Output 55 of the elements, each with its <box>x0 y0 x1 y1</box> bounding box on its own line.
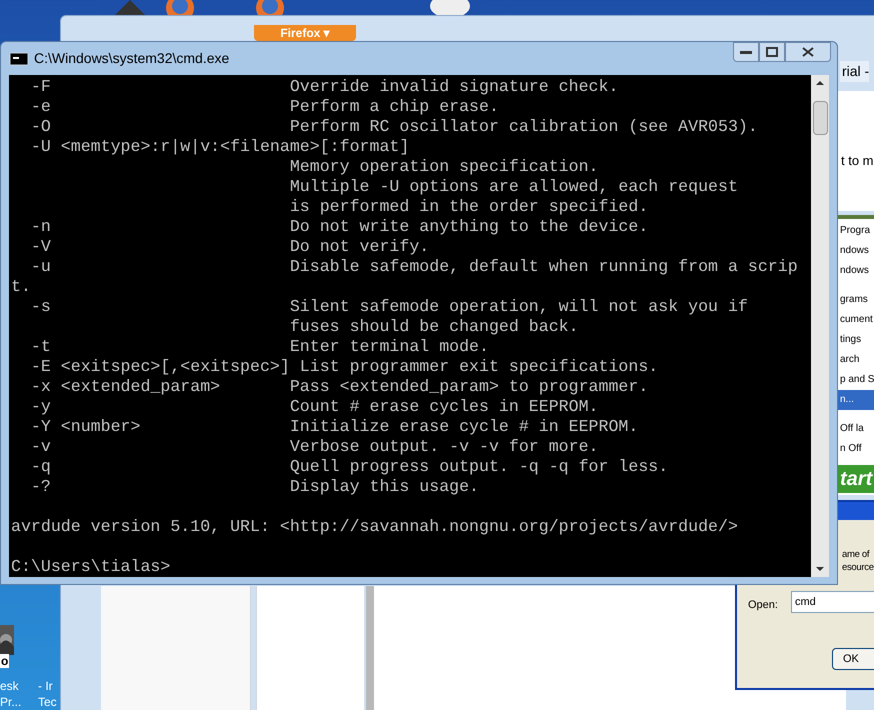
console-line: -? Display this usage. <box>30 477 480 497</box>
menu-item[interactable]: n... <box>838 390 874 410</box>
menu-item[interactable]: p and S <box>838 370 874 390</box>
open-label: Open: <box>748 598 778 613</box>
menu-item[interactable]: cument <box>838 310 874 330</box>
window-title: C:\Windows\system32\cmd.exe <box>34 49 230 68</box>
scroll-thumb[interactable] <box>812 101 828 135</box>
maximize-button[interactable] <box>759 42 785 62</box>
console-line: -t Enter terminal mode. <box>30 337 490 357</box>
console-prompt: C:\Users\tialas> <box>10 557 172 577</box>
open-field[interactable]: cmd <box>791 591 874 613</box>
maximize-icon <box>766 47 778 57</box>
scrollbar[interactable] <box>811 75 829 577</box>
console-line: -x <extended_param> Pass <extended_param> to programmer. <box>30 377 650 397</box>
minimize-button[interactable] <box>733 42 759 62</box>
console-line: is performed in the order specified. <box>288 197 650 217</box>
dialog-text: esource <box>842 561 874 574</box>
page-text: t to m <box>841 152 874 170</box>
menu-item[interactable]: ndows <box>838 241 874 261</box>
console-line: -y Count # erase cycles in EEPROM. <box>30 397 600 417</box>
console-line: t. <box>10 277 32 297</box>
console-line: -Y <number> Initialize erase cycle # in EEPROM. <box>30 417 640 437</box>
menu-item[interactable]: arch <box>838 350 874 370</box>
close-icon <box>802 47 814 57</box>
close-button[interactable] <box>785 42 831 62</box>
console-line: -U <memtype>:r|w|v:<filename>[:format] <box>30 137 410 157</box>
console-line: -u Disable safemode, default when running from a scrip <box>30 257 799 277</box>
console-line: -O Perform RC oscillator calibration (see AVR053). <box>30 117 759 137</box>
ok-button[interactable]: OK <box>832 648 874 670</box>
desktop-icon-label[interactable]: esk Pr... <box>0 678 22 710</box>
minimize-icon <box>740 50 752 54</box>
console-line: -q Quell progress output. -q -q for less. <box>30 457 670 477</box>
console-line: Memory operation specification. <box>288 157 600 177</box>
console-line: -F Override invalid signature check. <box>30 77 620 97</box>
start-banner[interactable]: tart <box>838 465 874 493</box>
menu-item[interactable]: ndows <box>838 261 874 281</box>
console-line: avrdude version 5.10, URL: <http://savannah.nongnu.org/projects/avrdude/> <box>10 517 739 537</box>
desktop-icon-label[interactable]: - Ir Tec <box>38 678 57 710</box>
console-line: -V Do not verify. <box>30 237 430 257</box>
console-line: -e Perform a chip erase. <box>30 97 500 117</box>
menu-item[interactable]: tings <box>838 330 874 350</box>
console-line: -s Silent safemode operation, will not ask you if <box>30 297 749 317</box>
tab-title[interactable]: rial - <box>840 61 870 82</box>
menu-item[interactable]: n Off <box>838 439 874 459</box>
console-app-icon <box>10 52 28 64</box>
dialog-text: ame of <box>842 548 870 561</box>
desktop-badge: o <box>0 654 10 668</box>
console-line: -E <exitspec>[,<exitspec>] List programmer exit specifications. <box>30 357 660 377</box>
menu-item[interactable]: Progra <box>838 221 874 241</box>
menu-item[interactable]: grams <box>838 290 874 310</box>
menu-item[interactable]: Off la <box>838 419 874 439</box>
console-line: Multiple -U options are allowed, each request <box>288 177 739 197</box>
console-line: -v Verbose output. -v -v for more. <box>30 437 600 457</box>
console-line: fuses should be changed back. <box>288 317 580 337</box>
console-line: -n Do not write anything to the device. <box>30 217 650 237</box>
